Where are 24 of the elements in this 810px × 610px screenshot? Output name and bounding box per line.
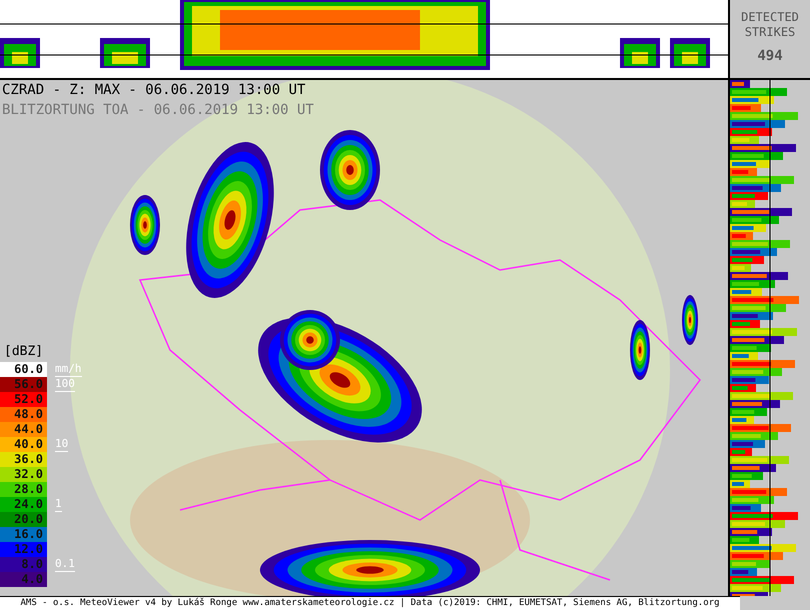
- legend-swatch: 28.0: [0, 482, 47, 497]
- legend-swatch: 36.0: [0, 452, 47, 467]
- legend-swatch: 40.0: [0, 437, 47, 452]
- map-title: BLITZORTUNG TOA - 06.06.2019 13:00 UT: [1, 101, 315, 120]
- rain-rate-label: 100: [55, 377, 75, 392]
- legend-swatch: 8.0: [0, 557, 47, 572]
- legend-swatch: 20.0: [0, 512, 47, 527]
- legend-swatch: 24.0: [0, 497, 47, 512]
- legend-unit: [dBZ]: [3, 343, 44, 361]
- legend-swatch: 56.0: [0, 377, 47, 392]
- strikes-label: DETECTED: [741, 10, 799, 25]
- status-bar: AMS - o.s. MeteoViewer v4 by Lukáš Ronge www.amaterskameteorologie.cz | Data (c)2019: CHMI, EUMETSAT, Siemens AG, Blitzortung.org: [0, 596, 740, 610]
- legend-swatch: 52.0: [0, 392, 47, 407]
- legend-swatch: 4.0: [0, 572, 47, 587]
- rain-rate-label: mm/h: [55, 362, 82, 377]
- legend-swatch: 60.0: [0, 362, 47, 377]
- strikes-count: 494: [757, 47, 783, 66]
- legend-swatch: 16.0: [0, 527, 47, 542]
- strikes-label: STRIKES: [744, 25, 796, 40]
- legend-swatch: 12.0: [0, 542, 47, 557]
- legend-swatch: 32.0: [0, 467, 47, 482]
- legend-swatch: 48.0: [0, 407, 47, 422]
- map-title: CZRAD - Z: MAX - 06.06.2019 13:00 UT: [1, 81, 306, 100]
- legend-swatch: 44.0: [0, 422, 47, 437]
